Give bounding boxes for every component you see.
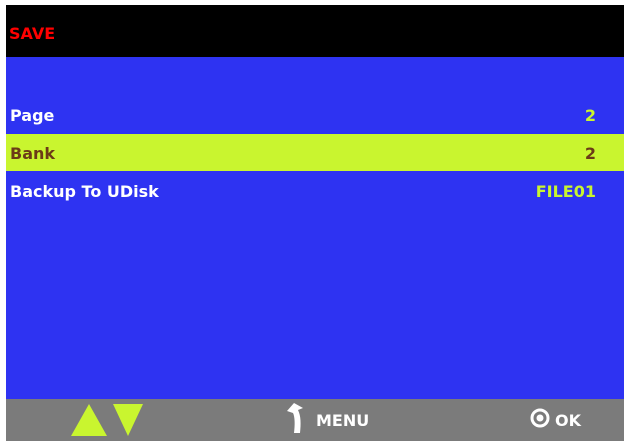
menu-item-page[interactable]: Page 2 (6, 96, 624, 133)
menu-button[interactable]: MENU (284, 399, 369, 441)
down-arrow-icon[interactable] (112, 403, 144, 437)
ok-circle-icon (530, 408, 550, 432)
up-arrow-icon[interactable] (70, 403, 108, 437)
ok-button[interactable]: OK (530, 399, 581, 441)
menu-item-bank[interactable]: Bank 2 (6, 134, 624, 171)
menu-item-label: Bank (10, 144, 56, 163)
page-title: SAVE (9, 24, 56, 43)
navigation-arrows (70, 399, 144, 441)
menu-item-value: 2 (584, 106, 596, 125)
osd-screen: SAVE Page 2 Bank 2 Backup To UDisk FILE0… (6, 5, 624, 441)
ok-label: OK (555, 410, 581, 430)
return-arrow-icon (284, 402, 306, 438)
menu-label: MENU (316, 410, 370, 430)
menu-item-value: 2 (584, 144, 596, 163)
menu-item-value: FILE01 (535, 182, 596, 201)
menu-item-label: Backup To UDisk (10, 182, 159, 201)
menu-item-label: Page (10, 106, 55, 125)
title-bar: SAVE (6, 5, 624, 57)
footer-bar: MENU OK (6, 399, 624, 441)
menu-item-backup-to-udisk[interactable]: Backup To UDisk FILE01 (6, 172, 624, 209)
